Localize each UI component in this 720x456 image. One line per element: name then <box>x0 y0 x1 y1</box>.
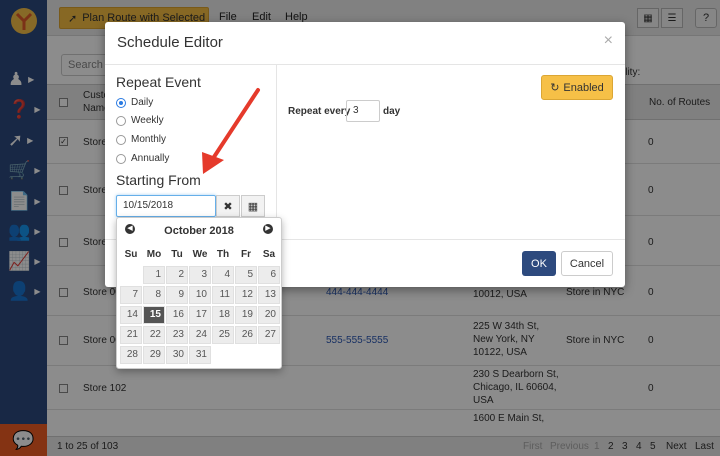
calendar-day[interactable]: 30 <box>166 346 188 364</box>
calendar-day[interactable]: 4 <box>212 266 234 284</box>
calendar-day[interactable]: 28 <box>120 346 142 364</box>
calendar-day[interactable]: 21 <box>120 326 142 344</box>
radio-weekly[interactable] <box>116 116 126 126</box>
calendar-icon[interactable]: ▦ <box>241 195 265 217</box>
calendar-day[interactable]: 24 <box>189 326 211 344</box>
radio-daily[interactable] <box>116 98 126 108</box>
calendar-day[interactable]: 9 <box>166 286 188 304</box>
calendar-day[interactable]: 19 <box>235 306 257 324</box>
weekday-header: Fr <box>241 249 251 260</box>
enabled-toggle-button[interactable]: ↻ Enabled <box>541 75 613 100</box>
weekday-header: Sa <box>262 249 276 260</box>
calendar-day[interactable]: 29 <box>143 346 165 364</box>
calendar-day[interactable]: 27 <box>258 326 280 344</box>
starting-from-heading: Starting From <box>116 172 201 188</box>
start-date-input[interactable]: 10/15/2018 <box>116 195 216 217</box>
ok-button[interactable]: OK <box>522 251 556 276</box>
calendar-day[interactable]: 8 <box>143 286 165 304</box>
radio-monthly-label[interactable]: Monthly <box>131 134 166 145</box>
calendar-day[interactable]: 13 <box>258 286 280 304</box>
radio-annually[interactable] <box>116 154 126 164</box>
calendar-day[interactable]: 11 <box>212 286 234 304</box>
calendar-day[interactable]: 3 <box>189 266 211 284</box>
calendar-day[interactable]: 1 <box>143 266 165 284</box>
weekday-header: We <box>192 249 208 260</box>
repeat-interval-input[interactable]: 3 <box>346 100 380 122</box>
calendar-day[interactable]: 12 <box>235 286 257 304</box>
date-picker: ◀ October 2018 ▶ Su Mo Tu We Th Fr Sa 1 2 3 4 5 6 7 8 9… <box>116 217 282 369</box>
close-icon[interactable]: × <box>604 32 613 50</box>
cancel-button[interactable]: Cancel <box>561 251 613 276</box>
weekday-header: Su <box>124 249 138 260</box>
calendar-day[interactable]: 26 <box>235 326 257 344</box>
radio-annually-label[interactable]: Annually <box>131 153 169 164</box>
calendar-day-selected[interactable]: 15 <box>143 306 165 324</box>
calendar-day[interactable]: 14 <box>120 306 142 324</box>
calendar-day[interactable]: 2 <box>166 266 188 284</box>
calendar-day[interactable]: 18 <box>212 306 234 324</box>
radio-daily-label[interactable]: Daily <box>131 97 153 108</box>
repeat-unit-label: day <box>383 106 401 117</box>
calendar-day[interactable]: 5 <box>235 266 257 284</box>
enabled-label: Enabled <box>563 81 604 94</box>
calendar-day[interactable]: 20 <box>258 306 280 324</box>
calendar-day[interactable]: 25 <box>212 326 234 344</box>
dialog-title: Schedule Editor <box>117 34 223 51</box>
calendar-day[interactable]: 16 <box>166 306 188 324</box>
calendar-day[interactable]: 6 <box>258 266 280 284</box>
repeat-event-heading: Repeat Event <box>116 74 201 90</box>
divider <box>276 65 277 239</box>
calendar-day[interactable]: 23 <box>166 326 188 344</box>
weekday-header: Tu <box>171 249 183 260</box>
divider <box>105 64 625 65</box>
radio-monthly[interactable] <box>116 135 126 145</box>
weekday-header: Mo <box>146 249 162 260</box>
radio-weekly-label[interactable]: Weekly <box>131 115 164 126</box>
calendar-day[interactable]: 31 <box>189 346 211 364</box>
next-month-icon[interactable]: ▶ <box>263 224 273 234</box>
refresh-icon: ↻ <box>550 82 560 94</box>
calendar-day[interactable]: 7 <box>120 286 142 304</box>
clear-date-icon[interactable]: ✖ <box>216 195 240 217</box>
calendar-day[interactable]: 17 <box>189 306 211 324</box>
calendar-day[interactable]: 22 <box>143 326 165 344</box>
calendar-day[interactable]: 10 <box>189 286 211 304</box>
repeat-every-label: Repeat every <box>288 106 351 117</box>
weekday-header: Th <box>216 249 230 260</box>
calendar-month-title: October 2018 <box>164 225 234 237</box>
